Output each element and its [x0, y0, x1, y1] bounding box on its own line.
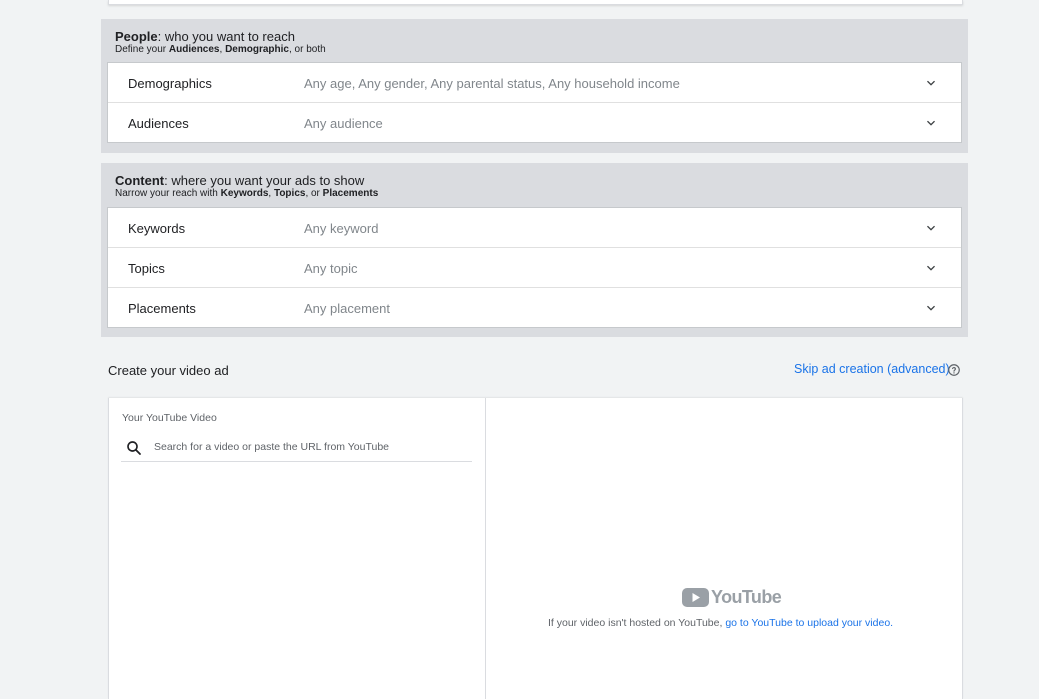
people-title-bold: People [115, 29, 158, 44]
people-section-subtitle: Define your Audiences, Demographic, or b… [115, 44, 968, 56]
youtube-logo: YouTube [682, 587, 782, 608]
video-search-input[interactable] [154, 438, 464, 456]
demographics-row[interactable]: Demographics Any age, Any gender, Any pa… [108, 63, 961, 103]
people-section-header: People: who you want to reach Define you… [101, 19, 968, 55]
search-icon [127, 441, 141, 455]
keywords-label: Keywords [128, 221, 186, 236]
content-sub-prefix: Narrow your reach with [115, 188, 221, 199]
people-sub-demographic: Demographic [225, 44, 289, 55]
help-circle-icon[interactable] [947, 363, 961, 377]
content-sub-or: , or [305, 188, 323, 199]
topics-row[interactable]: Topics Any topic [108, 248, 961, 288]
demographics-label: Demographics [128, 76, 212, 91]
people-section: People: who you want to reach Define you… [101, 19, 968, 153]
people-sub-prefix: Define your [115, 44, 169, 55]
chevron-down-icon[interactable] [923, 220, 939, 236]
people-sub-suffix: , or both [288, 44, 326, 55]
content-sub-keywords: Keywords [220, 188, 269, 199]
content-rows: Keywords Any keyword Topics Any topic Pl… [107, 207, 962, 328]
skip-ad-creation-link[interactable]: Skip ad creation (advanced) [794, 362, 950, 376]
video-ad-panel: Your YouTube Video YouTube If your video… [108, 398, 963, 699]
content-section: Content: where you want your ads to show… [101, 163, 968, 337]
audiences-row[interactable]: Audiences Any audience [108, 103, 961, 143]
content-sub-topics: Topics [273, 188, 306, 199]
topics-label: Topics [128, 261, 165, 276]
chevron-down-icon[interactable] [923, 260, 939, 276]
chevron-down-icon[interactable] [923, 75, 939, 91]
create-video-ad-title: Create your video ad [108, 363, 229, 378]
youtube-logo-text: YouTube [711, 587, 782, 607]
youtube-logo-icon [682, 588, 709, 607]
content-section-subtitle: Narrow your reach with Keywords, Topics,… [115, 188, 968, 200]
not-hosted-note: If your video isn't hosted on YouTube, g… [548, 617, 893, 629]
not-hosted-note-text: If your video isn't hosted on YouTube, [548, 617, 726, 629]
content-title-rest: : where you want your ads to show [164, 173, 365, 188]
demographics-value: Any age, Any gender, Any parental status… [304, 76, 680, 91]
keywords-value: Any keyword [304, 221, 379, 236]
content-sub-placements: Placements [322, 188, 379, 199]
chevron-down-icon[interactable] [923, 115, 939, 131]
upload-to-youtube-link[interactable]: go to YouTube to upload your video. [725, 617, 893, 629]
people-sub-audiences: Audiences [168, 44, 220, 55]
audiences-value: Any audience [304, 116, 383, 131]
audiences-label: Audiences [128, 116, 189, 131]
topics-value: Any topic [304, 261, 358, 276]
previous-section-card [108, 0, 963, 5]
youtube-video-picker: Your YouTube Video [109, 398, 486, 699]
content-title-bold: Content [115, 173, 165, 188]
content-section-title: Content: where you want your ads to show [115, 174, 968, 187]
people-title-rest: : who you want to reach [157, 29, 295, 44]
chevron-down-icon[interactable] [923, 300, 939, 316]
people-section-title: People: who you want to reach [115, 30, 968, 43]
content-section-header: Content: where you want your ads to show… [101, 163, 968, 199]
placements-value: Any placement [304, 301, 390, 316]
people-rows: Demographics Any age, Any gender, Any pa… [107, 62, 962, 143]
video-search-field[interactable] [121, 436, 472, 462]
keywords-row[interactable]: Keywords Any keyword [108, 208, 961, 248]
placements-label: Placements [128, 301, 196, 316]
youtube-video-label: Your YouTube Video [122, 412, 217, 424]
placements-row[interactable]: Placements Any placement [108, 288, 961, 328]
youtube-preview-area: YouTube If your video isn't hosted on Yo… [486, 398, 962, 699]
